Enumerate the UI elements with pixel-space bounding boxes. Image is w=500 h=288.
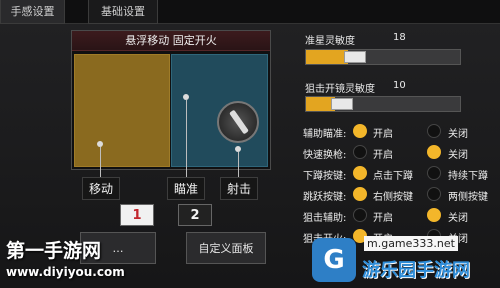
control-layout-panel: 悬浮移动 固定开火: [71, 30, 271, 170]
option-row: 辅助瞄准: 开启 关闭: [303, 122, 500, 142]
option-a-label: 开启: [373, 213, 393, 224]
aim-label: 瞄准: [167, 177, 205, 200]
slider-knob[interactable]: [344, 51, 366, 63]
option-b-label: 关闭: [448, 129, 468, 140]
option-b-radio[interactable]: [427, 187, 441, 201]
option-b-label: 两侧按键: [448, 192, 488, 203]
watermark-right-brand: 游乐园手游网: [362, 260, 470, 281]
fire-joystick-icon[interactable]: [217, 101, 259, 143]
option-a-label: 开启: [373, 129, 393, 140]
scope-sensitivity-value: 10: [393, 80, 406, 91]
move-zone[interactable]: [74, 54, 170, 167]
layout-mode-title: 悬浮移动 固定开火: [72, 31, 270, 51]
watermark-right-url: m.game333.net: [364, 236, 458, 251]
option-row: 跳跃按键: 右侧按键 两侧按键: [303, 185, 500, 205]
option-b-radio[interactable]: [427, 208, 441, 222]
star-sensitivity-value: 18: [393, 32, 406, 43]
option-row: 狙击辅助: 开启 关闭: [303, 206, 500, 226]
watermark-left: 第一手游网 www.diyiyou.com: [0, 238, 150, 288]
preset-1-button[interactable]: 1: [120, 204, 154, 226]
option-a-radio[interactable]: [353, 145, 367, 159]
option-name: 快速换枪:: [303, 150, 347, 161]
option-a-label: 点击下蹲: [373, 171, 413, 182]
brand-logo-icon: G: [312, 238, 356, 282]
fire-connector: [238, 152, 239, 177]
aim-connector: [186, 100, 187, 177]
option-b-radio[interactable]: [427, 145, 441, 159]
option-a-radio[interactable]: [353, 166, 367, 180]
option-a-label: 右侧按键: [373, 192, 413, 203]
move-label: 移动: [82, 177, 120, 200]
option-name: 狙击辅助:: [303, 213, 347, 224]
star-sensitivity-label: 准星灵敏度: [305, 36, 355, 47]
option-a-label: 开启: [373, 150, 393, 161]
option-b-radio[interactable]: [427, 166, 441, 180]
option-row: 快速换枪: 开启 关闭: [303, 143, 500, 163]
custom-panel-button[interactable]: 自定义面板: [186, 232, 266, 264]
star-sensitivity-slider[interactable]: [305, 49, 461, 65]
option-a-radio[interactable]: [353, 208, 367, 222]
watermark-right: G m.game333.net 游乐园手游网: [312, 232, 500, 288]
option-name: 下蹲按键:: [303, 171, 347, 182]
option-a-radio[interactable]: [353, 124, 367, 138]
option-b-label: 持续下蹲: [448, 171, 488, 182]
scope-sensitivity-label: 狙击开镜灵敏度: [305, 84, 375, 95]
slider-fill: [306, 50, 348, 64]
tab-basic-settings[interactable]: 基础设置: [88, 0, 158, 24]
move-connector: [100, 147, 101, 177]
watermark-left-url: www.diyiyou.com: [6, 265, 125, 279]
slider-knob[interactable]: [331, 98, 353, 110]
option-a-radio[interactable]: [353, 187, 367, 201]
option-b-label: 关闭: [448, 150, 468, 161]
tab-bar: 手感设置 基础设置: [0, 0, 500, 24]
settings-screen: 手感设置 基础设置 悬浮移动 固定开火 移动 瞄准 射击 1 2 … 自定义面板…: [0, 0, 500, 288]
option-row: 下蹲按键: 点击下蹲 持续下蹲: [303, 164, 500, 184]
tab-feel-settings[interactable]: 手感设置: [0, 0, 65, 24]
scope-sensitivity-slider[interactable]: [305, 96, 461, 112]
option-name: 辅助瞄准:: [303, 129, 347, 140]
option-name: 跳跃按键:: [303, 192, 347, 203]
watermark-left-title: 第一手游网: [6, 240, 102, 262]
preset-2-button[interactable]: 2: [178, 204, 212, 226]
option-b-radio[interactable]: [427, 124, 441, 138]
option-b-label: 关闭: [448, 213, 468, 224]
fire-label: 射击: [220, 177, 258, 200]
